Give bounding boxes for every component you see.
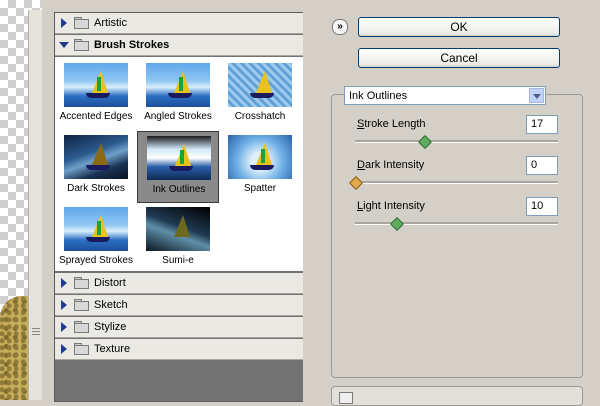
category-distort[interactable]: Distort: [55, 273, 303, 294]
category-label: Artistic: [94, 17, 127, 29]
dark-intensity-slider-track[interactable]: [355, 181, 558, 184]
expand-triangle-icon: [61, 18, 67, 28]
category-artistic[interactable]: Artistic: [55, 13, 303, 34]
expand-triangle-icon: [61, 344, 67, 354]
folder-icon: [74, 321, 89, 333]
category-label: Stylize: [94, 321, 127, 333]
thumbnail-image: [146, 207, 210, 251]
filter-thumb-sprayed-strokes[interactable]: Sprayed Strokes: [55, 203, 137, 275]
filter-thumb-crosshatch[interactable]: Crosshatch: [219, 59, 301, 131]
filter-label: Angled Strokes: [144, 111, 212, 122]
preview-scrollbar[interactable]: [28, 10, 42, 400]
filter-label: Dark Strokes: [67, 183, 125, 194]
light-intensity-label: Light Intensity: [357, 200, 425, 212]
filter-settings-panel: [331, 94, 583, 378]
filter-select-value: Ink Outlines: [349, 90, 408, 102]
light-intensity-input[interactable]: 10: [526, 197, 558, 216]
dark-intensity-label: Dark Intensity: [357, 159, 425, 171]
category-label: Brush Strokes: [94, 39, 170, 51]
filter-thumb-angled-strokes[interactable]: Angled Strokes: [137, 59, 219, 131]
filter-label: Spatter: [243, 183, 277, 194]
panel-divider: [42, 0, 54, 400]
filter-label: Sumi-e: [162, 255, 194, 266]
expand-triangle-icon: [61, 278, 67, 288]
stroke-length-slider-track[interactable]: [355, 140, 558, 143]
thumbnail-image: [64, 63, 128, 107]
scrollbar-grip[interactable]: [32, 328, 40, 338]
category-brush-strokes[interactable]: Brush Strokes: [55, 35, 303, 56]
category-label: Sketch: [94, 299, 128, 311]
filter-gallery: Artistic Brush Strokes Accented Edges An…: [54, 12, 303, 402]
effect-layers-panel: [331, 386, 583, 406]
thumbnail-image: [228, 63, 292, 107]
cancel-button[interactable]: Cancel: [358, 48, 560, 68]
filter-label: Sprayed Strokes: [59, 255, 133, 266]
folder-icon: [74, 277, 89, 289]
expand-triangle-icon: [61, 322, 67, 332]
ok-button[interactable]: OK: [358, 17, 560, 37]
thumbnail-image: [64, 207, 128, 251]
filter-label: Ink Outlines: [152, 184, 206, 195]
expand-triangle-icon: [61, 300, 67, 310]
filter-thumb-sumi-e[interactable]: Sumi-e: [137, 203, 219, 275]
filter-select-dropdown[interactable]: Ink Outlines: [344, 86, 546, 105]
dark-intensity-input[interactable]: 0: [526, 156, 558, 175]
category-label: Distort: [94, 277, 126, 289]
collapse-gallery-button[interactable]: »: [332, 19, 348, 35]
folder-icon: [74, 39, 89, 51]
collapse-triangle-icon: [59, 42, 69, 48]
thumbnail-image: [147, 136, 211, 180]
folder-icon: [74, 17, 89, 29]
effect-layer-icon[interactable]: [339, 392, 353, 404]
filter-label: Accented Edges: [59, 111, 133, 122]
brush-strokes-thumbnails: Accented Edges Angled Strokes Crosshatch…: [55, 57, 303, 271]
image-preview[interactable]: [0, 0, 42, 400]
double-chevron-up-icon: »: [337, 21, 343, 32]
folder-icon: [74, 299, 89, 311]
filter-thumb-spatter[interactable]: Spatter: [219, 131, 301, 203]
category-sketch[interactable]: Sketch: [55, 295, 303, 316]
category-stylize[interactable]: Stylize: [55, 317, 303, 338]
folder-icon: [74, 343, 89, 355]
thumbnail-image: [228, 135, 292, 179]
category-label: Texture: [94, 343, 131, 355]
chevron-down-icon[interactable]: [529, 88, 544, 103]
filter-thumb-accented-edges[interactable]: Accented Edges: [55, 59, 137, 131]
thumbnail-image: [64, 135, 128, 179]
stroke-length-input[interactable]: 17: [526, 115, 558, 134]
thumbnail-image: [146, 63, 210, 107]
filter-label: Crosshatch: [234, 111, 286, 122]
filter-thumb-dark-strokes[interactable]: Dark Strokes: [55, 131, 137, 203]
filter-thumb-ink-outlines[interactable]: Ink Outlines: [137, 131, 219, 203]
stroke-length-label: Stroke Length: [357, 118, 426, 130]
category-texture[interactable]: Texture: [55, 339, 303, 360]
light-intensity-slider-track[interactable]: [355, 222, 558, 225]
